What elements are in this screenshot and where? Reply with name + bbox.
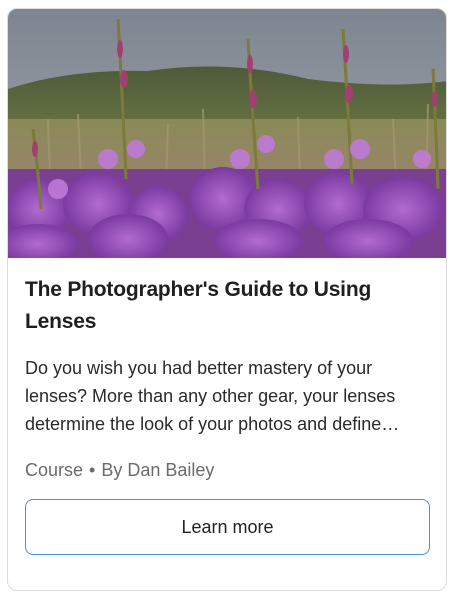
course-card: The Photographer's Guide to Using Lenses… [7,8,447,591]
course-title[interactable]: The Photographer's Guide to Using Lenses [25,274,430,338]
course-meta: Course • By Dan Bailey [25,458,430,482]
fireweed-photo [8,9,446,258]
course-description: Do you wish you had better mastery of yo… [25,358,400,434]
learn-more-button[interactable]: Learn more [25,499,430,555]
card-body: The Photographer's Guide to Using Lenses… [25,274,430,482]
course-image[interactable] [8,9,446,258]
course-type: Course [25,460,84,480]
course-author: By Dan Bailey [101,460,215,480]
meta-separator: • [89,460,96,480]
